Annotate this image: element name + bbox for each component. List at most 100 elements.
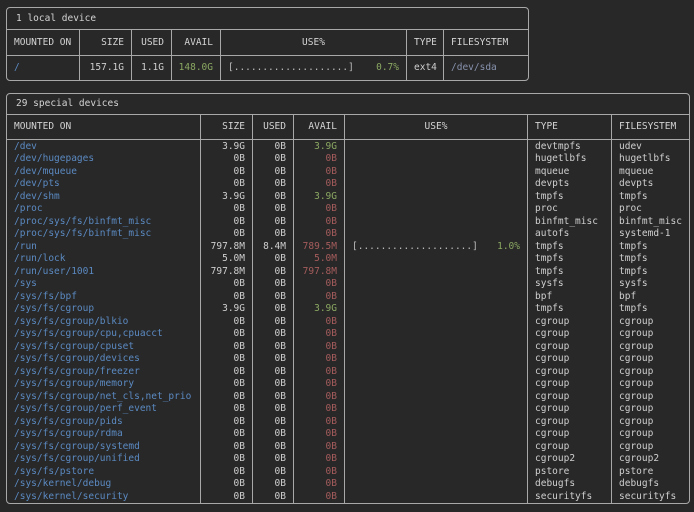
avail-cell: 0B bbox=[293, 328, 344, 341]
mount-point-cell: /proc/sys/fs/binfmt_misc bbox=[7, 228, 200, 241]
filesystem-cell: proc bbox=[611, 203, 689, 216]
filesystem-cell: cgroup bbox=[611, 403, 689, 416]
avail-cell: 3.9G bbox=[293, 190, 344, 203]
used-cell: 0B bbox=[252, 365, 293, 378]
table-row: /sys/fs/cgroup/devices 0B 0B 0B cgroup c… bbox=[7, 353, 689, 366]
table-row: /sys/fs/cgroup 3.9G 0B 3.9G tmpfs tmpfs bbox=[7, 303, 689, 316]
mount-point-cell: /dev/hugepages bbox=[7, 153, 200, 166]
use-percent-cell bbox=[344, 328, 527, 341]
use-percent-cell bbox=[344, 365, 527, 378]
table-row: /sys/fs/cgroup/blkio 0B 0B 0B cgroup cgr… bbox=[7, 315, 689, 328]
type-cell: bpf bbox=[527, 290, 611, 303]
mount-point-cell: /sys/fs/cgroup/unified bbox=[7, 453, 200, 466]
used-cell: 0B bbox=[252, 490, 293, 503]
avail-cell: 0B bbox=[293, 215, 344, 228]
type-cell: cgroup bbox=[527, 415, 611, 428]
type-cell: tmpfs bbox=[527, 240, 611, 253]
avail-cell: 0B bbox=[293, 465, 344, 478]
table-row: /sys/fs/cgroup/unified 0B 0B 0B cgroup2 … bbox=[7, 453, 689, 466]
used-cell: 0B bbox=[252, 278, 293, 291]
table-title-text: 29 special devices bbox=[16, 99, 119, 109]
filesystem-cell: sysfs bbox=[611, 278, 689, 291]
size-cell: 0B bbox=[200, 478, 252, 491]
table-header: MOUNTED ON SIZE USED AVAIL USE% TYPE FIL… bbox=[7, 115, 689, 140]
table-title-local: 1 local device bbox=[7, 8, 528, 30]
mount-point-cell: /proc/sys/fs/binfmt_misc bbox=[7, 215, 200, 228]
size-cell: 0B bbox=[200, 178, 252, 191]
size-cell: 0B bbox=[200, 440, 252, 453]
used-cell: 0B bbox=[252, 290, 293, 303]
table-row: /sys/fs/cgroup/cpu,cpuacct 0B 0B 0B cgro… bbox=[7, 328, 689, 341]
table-row: /sys/kernel/security 0B 0B 0B securityfs… bbox=[7, 490, 689, 503]
avail-cell: 0B bbox=[293, 378, 344, 391]
used-cell: 0B bbox=[252, 178, 293, 191]
avail-cell: 797.8M bbox=[293, 265, 344, 278]
used-cell: 0B bbox=[252, 340, 293, 353]
used-cell: 0B bbox=[252, 353, 293, 366]
use-percent-cell bbox=[344, 490, 527, 503]
used-cell: 0B bbox=[252, 153, 293, 166]
mount-point-cell: / bbox=[7, 56, 79, 80]
mount-point-cell: /run/user/1001 bbox=[7, 265, 200, 278]
header-type: TYPE bbox=[406, 30, 443, 55]
mount-point-cell: /sys/fs/cgroup/devices bbox=[7, 353, 200, 366]
type-cell: ext4 bbox=[406, 56, 443, 80]
use-percent-cell: [....................] 1.0% bbox=[344, 240, 527, 253]
filesystem-cell: securityfs bbox=[611, 490, 689, 503]
table-row: /run 797.8M 8.4M 789.5M [...............… bbox=[7, 240, 689, 253]
header-use-percent: USE% bbox=[220, 30, 406, 55]
table-row: /sys/kernel/debug 0B 0B 0B debugfs debug… bbox=[7, 478, 689, 491]
size-cell: 797.8M bbox=[200, 240, 252, 253]
table-row: /sys/fs/cgroup/net_cls,net_prio 0B 0B 0B… bbox=[7, 390, 689, 403]
use-percent-cell bbox=[344, 265, 527, 278]
size-cell: 0B bbox=[200, 353, 252, 366]
size-cell: 0B bbox=[200, 490, 252, 503]
avail-cell: 0B bbox=[293, 315, 344, 328]
use-percent-cell bbox=[344, 253, 527, 266]
size-cell: 3.9G bbox=[200, 303, 252, 316]
use-percent-cell bbox=[344, 428, 527, 441]
avail-cell: 0B bbox=[293, 440, 344, 453]
use-percent-cell bbox=[344, 390, 527, 403]
table-body: /dev 3.9G 0B 3.9G devtmpfs udev /dev/hug… bbox=[7, 140, 689, 503]
avail-cell: 0B bbox=[293, 228, 344, 241]
filesystem-cell: cgroup bbox=[611, 390, 689, 403]
mount-point-cell: /sys/fs/cgroup/perf_event bbox=[7, 403, 200, 416]
used-cell: 0B bbox=[252, 265, 293, 278]
mount-point-cell: /sys/fs/cgroup/pids bbox=[7, 415, 200, 428]
used-cell: 0B bbox=[252, 190, 293, 203]
type-cell: mqueue bbox=[527, 165, 611, 178]
use-percent-cell bbox=[344, 228, 527, 241]
filesystem-cell: tmpfs bbox=[611, 303, 689, 316]
used-cell: 0B bbox=[252, 390, 293, 403]
avail-cell: 0B bbox=[293, 478, 344, 491]
avail-cell: 0B bbox=[293, 415, 344, 428]
filesystem-cell: systemd-1 bbox=[611, 228, 689, 241]
type-cell: proc bbox=[527, 203, 611, 216]
mount-point-cell: /dev/shm bbox=[7, 190, 200, 203]
avail-cell: 0B bbox=[293, 290, 344, 303]
use-percent-cell bbox=[344, 378, 527, 391]
filesystem-cell: pstore bbox=[611, 465, 689, 478]
used-cell: 0B bbox=[252, 253, 293, 266]
type-cell: cgroup bbox=[527, 328, 611, 341]
header-used: USED bbox=[131, 30, 171, 55]
header-filesystem: FILESYSTEM bbox=[611, 115, 689, 139]
filesystem-cell: tmpfs bbox=[611, 190, 689, 203]
header-avail: AVAIL bbox=[171, 30, 220, 55]
size-cell: 0B bbox=[200, 403, 252, 416]
type-cell: cgroup bbox=[527, 315, 611, 328]
avail-cell: 0B bbox=[293, 403, 344, 416]
table-row: /sys/fs/cgroup/perf_event 0B 0B 0B cgrou… bbox=[7, 403, 689, 416]
use-percent-cell bbox=[344, 165, 527, 178]
use-percent-cell bbox=[344, 478, 527, 491]
mount-point-cell: /sys/fs/cgroup/cpuset bbox=[7, 340, 200, 353]
table-row: /sys 0B 0B 0B sysfs sysfs bbox=[7, 278, 689, 291]
avail-cell: 0B bbox=[293, 353, 344, 366]
type-cell: tmpfs bbox=[527, 303, 611, 316]
header-mounted-on: MOUNTED ON bbox=[7, 115, 200, 139]
mount-point-cell: /sys/fs/pstore bbox=[7, 465, 200, 478]
avail-cell: 0B bbox=[293, 428, 344, 441]
mount-point-cell: /sys/fs/cgroup bbox=[7, 303, 200, 316]
size-cell: 0B bbox=[200, 428, 252, 441]
